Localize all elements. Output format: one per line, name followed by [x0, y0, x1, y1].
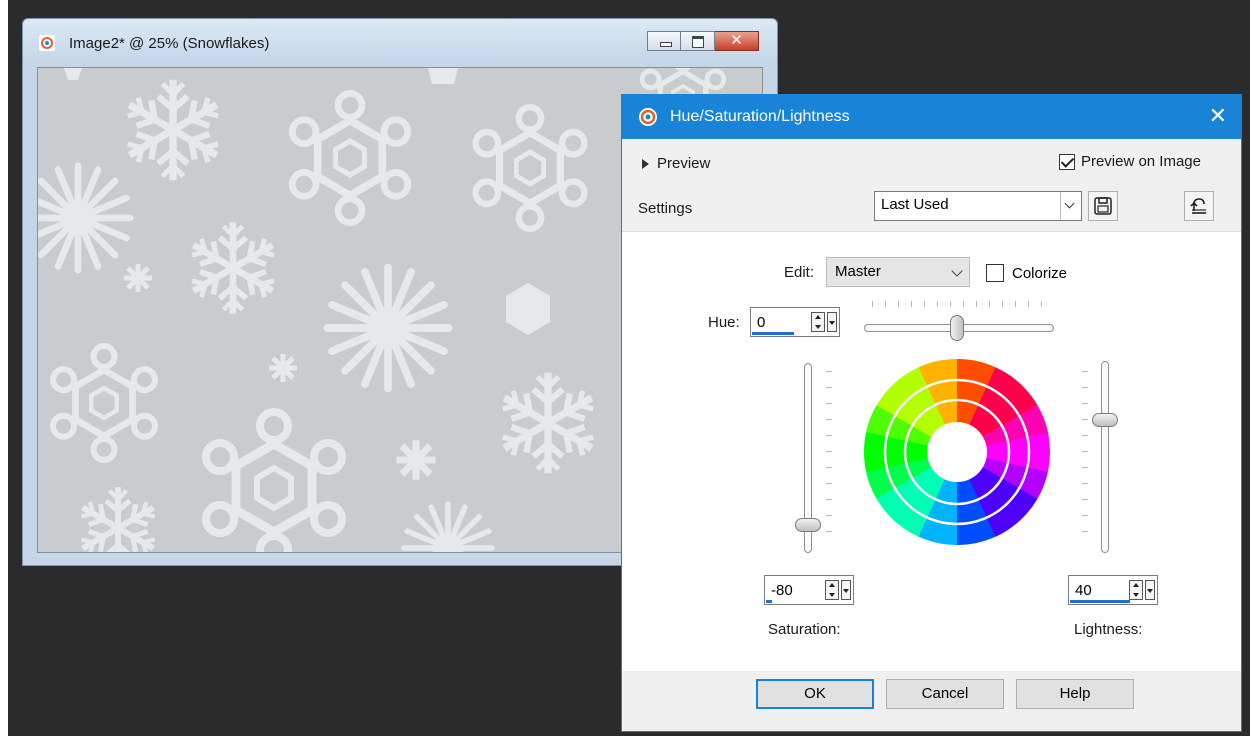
- hue-slider-thumb[interactable]: [950, 315, 964, 341]
- maximize-icon: [692, 36, 704, 48]
- image-window-title: Image2* @ 25% (Snowflakes): [69, 35, 270, 52]
- spin-up-down-icon[interactable]: [1129, 580, 1143, 600]
- spin-up-down-icon[interactable]: [825, 580, 839, 600]
- saturation-input[interactable]: -80: [764, 575, 854, 605]
- lightness-value: 40: [1075, 582, 1092, 599]
- lightness-label: Lightness:: [1074, 621, 1143, 638]
- checkbox-unchecked-icon: [986, 264, 1004, 282]
- window-controls: ✕: [647, 31, 759, 51]
- chevron-down-icon: [951, 265, 963, 277]
- lightness-slider-thumb[interactable]: [1092, 413, 1118, 427]
- hue-saturation-lightness-dialog: Hue/Saturation/Lightness ✕ Preview Previ…: [621, 94, 1242, 732]
- spin-up-down-icon[interactable]: [811, 312, 825, 332]
- saturation-value: -80: [771, 582, 793, 599]
- settings-select[interactable]: Last Used: [874, 191, 1082, 221]
- cancel-button[interactable]: Cancel: [886, 679, 1004, 709]
- saturation-label: Saturation:: [768, 621, 841, 638]
- reset-icon: [1190, 198, 1206, 214]
- app-icon: [39, 35, 55, 51]
- dialog-close-icon[interactable]: ✕: [1209, 103, 1227, 129]
- expand-triangle-icon: [642, 158, 649, 169]
- color-wheel[interactable]: [862, 357, 1052, 547]
- colorize-label: Colorize: [1012, 264, 1068, 282]
- preview-label: Preview: [657, 155, 711, 172]
- save-preset-button[interactable]: [1088, 191, 1118, 221]
- edit-channel-value: Master: [835, 263, 881, 280]
- dialog-title: Hue/Saturation/Lightness: [670, 108, 850, 125]
- dropdown-arrow-icon[interactable]: [1145, 580, 1155, 600]
- minimize-icon: [660, 42, 672, 47]
- image-window-titlebar[interactable]: Image2* @ 25% (Snowflakes) ✕: [23, 19, 777, 63]
- hue-input[interactable]: 0: [750, 307, 840, 337]
- dialog-app-icon: [639, 108, 657, 126]
- hue-label: Hue:: [708, 314, 740, 331]
- minimize-button[interactable]: [647, 31, 681, 51]
- preview-toggle[interactable]: Preview: [642, 155, 710, 172]
- lightness-slider-track[interactable]: [1101, 361, 1109, 553]
- saturation-value-bar: [766, 600, 772, 603]
- close-button[interactable]: ✕: [715, 31, 759, 51]
- hue-value-bar: [752, 332, 794, 335]
- reset-defaults-button[interactable]: [1184, 191, 1214, 221]
- close-icon: ✕: [730, 32, 743, 49]
- save-icon: [1094, 197, 1112, 215]
- saturation-slider-thumb[interactable]: [795, 518, 821, 532]
- preview-on-image-checkbox[interactable]: Preview on Image: [1058, 153, 1201, 170]
- dropdown-arrow-icon[interactable]: [827, 312, 837, 332]
- ok-button[interactable]: OK: [756, 679, 874, 709]
- dropdown-arrow-icon[interactable]: [841, 580, 851, 600]
- chevron-down-icon: [1060, 192, 1081, 220]
- saturation-slider-ticks: [826, 371, 832, 547]
- lightness-input[interactable]: 40: [1068, 575, 1158, 605]
- screen-edge: [0, 0, 8, 736]
- settings-label: Settings: [638, 200, 693, 217]
- help-button[interactable]: Help: [1016, 679, 1134, 709]
- edit-label: Edit:: [784, 264, 815, 281]
- hue-slider-ticks: [872, 301, 1048, 307]
- lightness-slider-ticks: [1082, 371, 1088, 547]
- edit-channel-select[interactable]: Master: [826, 257, 970, 287]
- lightness-value-bar: [1070, 600, 1130, 603]
- settings-value: Last Used: [881, 196, 949, 213]
- checkbox-checked-icon: [1058, 153, 1075, 170]
- hue-value: 0: [757, 314, 766, 331]
- colorize-checkbox[interactable]: Colorize: [986, 264, 1067, 282]
- maximize-button[interactable]: [681, 31, 715, 51]
- preview-on-image-label: Preview on Image: [1080, 153, 1201, 170]
- dialog-titlebar[interactable]: Hue/Saturation/Lightness ✕: [622, 95, 1241, 139]
